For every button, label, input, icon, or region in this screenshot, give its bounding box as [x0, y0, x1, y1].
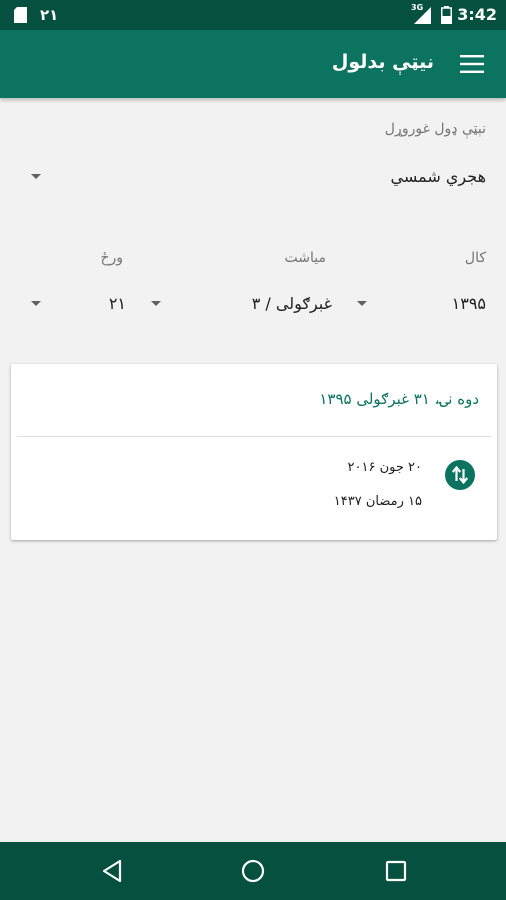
month-dropdown[interactable]: غبرګولی / ۳ [140, 284, 336, 324]
signal-icon [414, 7, 431, 24]
gregorian-date: ۲۰ جون ۲۰۱۶ [347, 460, 422, 475]
day-value: ۲۱ [108, 294, 126, 313]
sd-card-icon [14, 7, 27, 23]
calendar-type-dropdown[interactable]: هجري شمسي [20, 155, 490, 199]
recents-button[interactable] [376, 851, 416, 891]
chevron-down-icon [31, 174, 41, 179]
chevron-down-icon [151, 301, 161, 306]
home-circle-icon [241, 859, 265, 883]
month-value: غبرګولی / ۳ [251, 294, 332, 313]
battery-icon [441, 6, 452, 24]
app-title: نیټې بدلول [331, 51, 434, 73]
year-value: ۱۳۹۵ [451, 294, 486, 313]
recents-square-icon [385, 860, 407, 882]
divider [17, 436, 491, 437]
chevron-down-icon [357, 301, 367, 306]
app-bar: نیټې بدلول [0, 30, 506, 98]
home-button[interactable] [233, 851, 273, 891]
calendar-type-label: نېټې ډول غوروړل [384, 121, 486, 137]
menu-button[interactable] [452, 44, 492, 84]
result-card: دوه نۍ، ۳۱ غبرګولی ۱۳۹۵ ۲۰ جون ۲۰۱۶ ۱۵ ر… [11, 364, 497, 540]
swap-icon [445, 460, 475, 490]
hijri-qamari-date: ۱۵ رمضان ۱۴۳۷ [333, 494, 422, 509]
back-triangle-icon [102, 859, 122, 883]
month-label: میاشت [284, 250, 326, 266]
status-clock: 3:42 [457, 5, 497, 24]
day-dropdown[interactable]: ۲۱ [20, 284, 130, 324]
day-label: ورځ [100, 250, 123, 266]
notification-count: ۲۱ [40, 6, 59, 24]
navigation-bar [0, 842, 506, 900]
back-button[interactable] [92, 851, 132, 891]
chevron-down-icon [31, 301, 41, 306]
result-heading: دوه نۍ، ۳۱ غبرګولی ۱۳۹۵ [319, 390, 479, 408]
hamburger-menu-icon [460, 55, 484, 73]
calendar-type-value: هجري شمسي [390, 167, 486, 186]
year-dropdown[interactable]: ۱۳۹۵ [346, 284, 490, 324]
status-bar: ۲۱ 3G 3:42 [0, 0, 506, 30]
year-label: کال [464, 250, 486, 266]
